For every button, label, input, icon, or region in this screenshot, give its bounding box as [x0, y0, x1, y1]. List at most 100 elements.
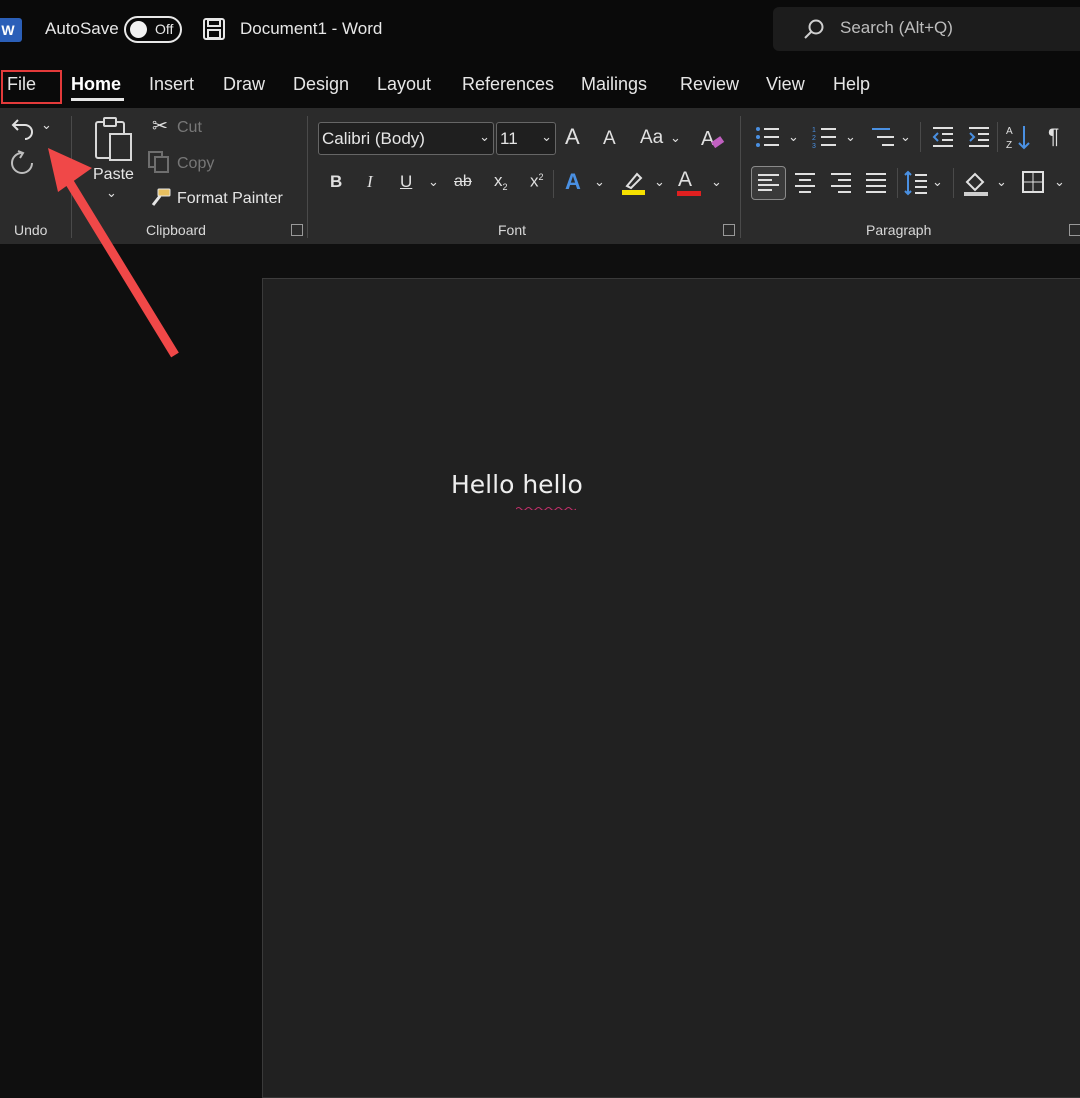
bullets-icon[interactable]	[755, 125, 781, 154]
borders-icon[interactable]	[1021, 170, 1045, 199]
group-divider	[920, 122, 921, 152]
grow-font-button[interactable]: A	[565, 126, 580, 148]
redo-icon[interactable]	[9, 150, 35, 181]
group-divider	[740, 116, 741, 238]
underline-button[interactable]: U	[400, 173, 412, 190]
multilevel-list-icon[interactable]	[870, 125, 896, 154]
svg-text:2: 2	[812, 135, 816, 142]
word-app-icon: W	[0, 18, 22, 42]
format-painter-button[interactable]: Format Painter	[177, 190, 283, 208]
chevron-down-icon: ⌄	[479, 129, 490, 144]
group-divider	[553, 170, 554, 198]
tab-draw[interactable]: Draw	[223, 74, 265, 95]
chevron-down-icon[interactable]: ⌄	[428, 175, 439, 188]
toggle-knob	[130, 21, 147, 38]
chevron-down-icon[interactable]: ⌄	[670, 131, 681, 144]
line-spacing-icon[interactable]	[903, 170, 929, 201]
cut-button[interactable]: Cut	[177, 119, 202, 137]
file-tab-highlight-box	[1, 70, 62, 104]
font-name-value: Calibri (Body)	[322, 129, 425, 148]
chevron-down-icon: ⌄	[541, 129, 552, 144]
sort-icon[interactable]: AZ	[1005, 123, 1033, 156]
shading-icon[interactable]	[963, 170, 989, 201]
document-page[interactable]	[262, 278, 1080, 1098]
group-divider	[953, 168, 954, 198]
tab-help[interactable]: Help	[833, 74, 870, 95]
svg-text:A: A	[701, 128, 715, 150]
tab-references[interactable]: References	[462, 74, 554, 95]
align-center-icon[interactable]	[793, 172, 817, 199]
change-case-button[interactable]: Aa	[640, 128, 663, 147]
font-name-dropdown[interactable]: Calibri (Body) ⌄	[318, 122, 494, 155]
active-tab-indicator	[71, 98, 124, 101]
chevron-down-icon[interactable]: ⌄	[711, 175, 722, 188]
justify-icon[interactable]	[864, 172, 888, 199]
superscript-letter: x	[530, 171, 539, 191]
group-divider	[307, 116, 308, 238]
chevron-down-icon[interactable]: ⌄	[1054, 175, 1065, 188]
italic-button[interactable]: I	[367, 173, 373, 190]
chevron-down-icon[interactable]: ⌄	[900, 130, 911, 143]
increase-indent-icon[interactable]	[967, 125, 991, 154]
group-divider	[897, 168, 898, 198]
undo-dropdown-icon[interactable]: ⌄	[41, 118, 52, 131]
group-divider	[997, 122, 998, 152]
superscript-button[interactable]: x2	[530, 172, 544, 191]
tab-home[interactable]: Home	[71, 74, 121, 95]
font-color-swatch	[677, 191, 701, 196]
save-icon[interactable]	[202, 17, 226, 41]
subscript-mark: 2	[502, 182, 508, 193]
undo-icon[interactable]	[10, 114, 36, 145]
title-bar: W AutoSave Off Document1 - Word Search (…	[0, 0, 1080, 58]
chevron-down-icon[interactable]: ⌄	[594, 175, 605, 188]
svg-text:1: 1	[812, 127, 816, 134]
decrease-indent-icon[interactable]	[931, 125, 955, 154]
svg-text:3: 3	[812, 143, 816, 149]
tab-design[interactable]: Design	[293, 74, 349, 95]
document-title: Document1 - Word	[240, 19, 383, 38]
font-size-dropdown[interactable]: 11 ⌄	[496, 122, 556, 155]
svg-text:Z: Z	[1006, 140, 1012, 151]
chevron-down-icon[interactable]: ⌄	[654, 175, 665, 188]
spelling-squiggle	[515, 497, 577, 511]
clipboard-launcher-icon[interactable]	[291, 224, 303, 236]
chevron-down-icon[interactable]: ⌄	[845, 130, 856, 143]
tab-insert[interactable]: Insert	[149, 74, 194, 95]
search-box[interactable]: Search (Alt+Q)	[773, 7, 1080, 51]
shrink-font-button[interactable]: A	[603, 129, 616, 148]
body-text-word-1: Hello	[451, 470, 523, 499]
tab-mailings[interactable]: Mailings	[581, 74, 647, 95]
chevron-down-icon[interactable]: ⌄	[788, 130, 799, 143]
numbering-icon[interactable]: 123	[812, 125, 838, 154]
tab-review[interactable]: Review	[680, 74, 739, 95]
body-text-word-2: hello	[522, 470, 583, 499]
bold-button[interactable]: B	[330, 173, 342, 190]
clear-formatting-icon[interactable]: A	[699, 125, 725, 156]
document-body-text[interactable]: Hello hello	[451, 470, 583, 499]
font-size-value: 11	[500, 129, 518, 148]
tab-view[interactable]: View	[766, 74, 805, 95]
subscript-button[interactable]: x2	[494, 172, 508, 192]
font-color-button[interactable]: A	[677, 168, 701, 196]
highlighter-icon[interactable]	[621, 170, 647, 201]
superscript-mark: 2	[538, 172, 544, 182]
search-icon	[803, 18, 825, 45]
autosave-state: Off	[155, 21, 174, 37]
chevron-down-icon[interactable]: ⌄	[932, 175, 943, 188]
autosave-toggle[interactable]: Off	[124, 16, 182, 43]
font-launcher-icon[interactable]	[723, 224, 735, 236]
text-effects-button[interactable]: A	[565, 171, 581, 193]
search-placeholder: Search (Alt+Q)	[840, 18, 953, 37]
chevron-down-icon[interactable]: ⌄	[996, 175, 1007, 188]
strikethrough-button[interactable]: ab	[454, 174, 472, 190]
align-left-button[interactable]	[751, 166, 786, 200]
align-left-icon	[758, 174, 779, 191]
autosave-label: AutoSave	[45, 19, 119, 38]
tab-layout[interactable]: Layout	[377, 74, 431, 95]
font-color-letter: A	[678, 168, 693, 191]
paragraph-launcher-icon[interactable]	[1069, 224, 1080, 236]
annotation-arrow-icon	[40, 140, 190, 370]
cut-icon[interactable]: ✂	[152, 117, 168, 136]
align-right-icon[interactable]	[829, 172, 853, 199]
show-marks-button[interactable]: ¶	[1048, 126, 1059, 147]
